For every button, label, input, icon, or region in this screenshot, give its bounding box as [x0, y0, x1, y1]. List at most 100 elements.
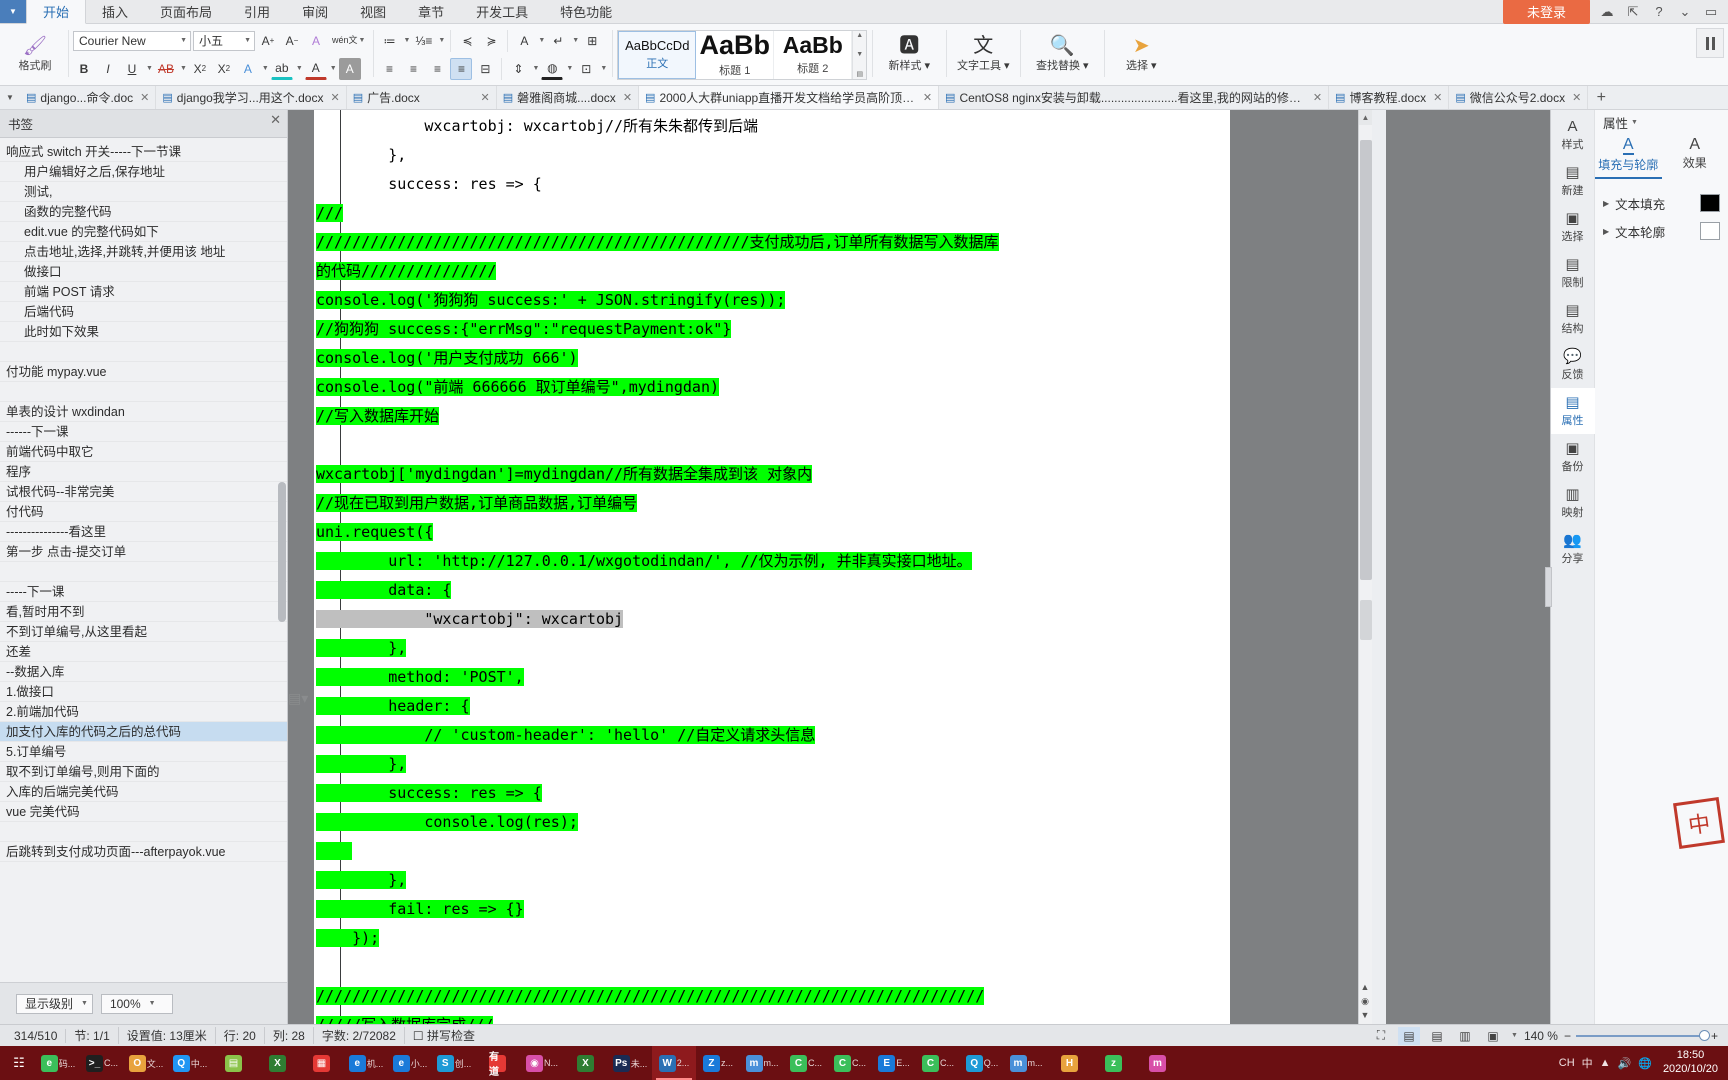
bookmark-item[interactable]: 1.做接口 [0, 682, 287, 702]
close-icon[interactable]: ✕ [270, 112, 281, 128]
triangle-right-icon[interactable]: ▶ [1603, 227, 1609, 236]
taskbar-item-22[interactable]: m m... [1004, 1046, 1048, 1080]
zoom-slider[interactable]: − + [1564, 1029, 1718, 1043]
taskbar-item-5[interactable]: X [256, 1046, 300, 1080]
taskbar-item-25[interactable]: m [1136, 1046, 1180, 1080]
help-icon[interactable]: ? [1650, 3, 1668, 21]
scroll-up-icon[interactable]: ▲ [1359, 110, 1372, 125]
chevron-down-icon[interactable]: ▼ [1631, 119, 1638, 126]
clear-formatting-button[interactable]: A [305, 30, 327, 52]
bookmark-list[interactable]: 响应式 switch 开关-----下一节课 用户编辑好之后,保存地址 测试, 函数的… [0, 138, 287, 982]
zoom-in-icon[interactable]: + [1711, 1029, 1718, 1043]
document-tabs-menu-icon[interactable]: ▼ [0, 86, 20, 109]
rail-item-8[interactable]: ▥ 映射 [1551, 480, 1595, 526]
taskbar-item-23[interactable]: H [1048, 1046, 1092, 1080]
bookmark-item[interactable]: 程序 [0, 462, 287, 482]
chevron-down-icon[interactable]: ▼ [1511, 1032, 1518, 1039]
status-setting[interactable]: 设置值: 13厘米 [119, 1027, 216, 1044]
cloud-sync-icon[interactable]: ☁ [1598, 3, 1616, 21]
bookmark-item[interactable]: 响应式 switch 开关-----下一节课 [0, 142, 287, 162]
document-canvas[interactable]: wxcartobj: wxcartobj//所有朱朱都传到后端 }, succe… [288, 110, 1550, 1024]
document-line[interactable]: success: res => { [316, 170, 1230, 199]
taskbar-item-19[interactable]: E E... [872, 1046, 916, 1080]
tray-language-ch[interactable]: CH [1559, 1057, 1575, 1069]
document-line[interactable]: console.log('用户支付成功 666') [316, 344, 1230, 373]
chevron-down-icon[interactable]: ▼ [566, 65, 573, 72]
rail-item-9[interactable]: 👥 分享 [1551, 526, 1595, 572]
document-line[interactable] [316, 837, 1230, 866]
close-icon[interactable]: ✕ [140, 91, 149, 104]
borders-button[interactable]: ⊡ [575, 58, 597, 80]
document-line[interactable]: ////////////////////////////////////////… [316, 982, 1230, 1011]
chevron-down-icon[interactable]: ▼ [296, 65, 303, 72]
document-line[interactable]: }, [316, 141, 1230, 170]
chevron-down-icon[interactable]: ▼ [532, 65, 539, 72]
document-line[interactable]: header: { [316, 692, 1230, 721]
document-line[interactable]: 的代码/////////////// [316, 257, 1230, 286]
navigation-scrollbar-thumb[interactable] [278, 482, 286, 622]
tab-effects[interactable]: A 效果 [1662, 134, 1728, 179]
share-icon[interactable]: ⇱ [1624, 3, 1642, 21]
document-line[interactable]: }, [316, 866, 1230, 895]
bookmark-item[interactable]: 加支付入库的代码之后的总代码 [0, 722, 287, 742]
tray-network-icon[interactable]: 🌐 [1638, 1057, 1652, 1070]
rail-item-4[interactable]: ▤ 结构 [1551, 296, 1595, 342]
bookmark-item[interactable]: 函数的完整代码 [0, 202, 287, 222]
line-break-button[interactable]: ↵ [547, 30, 569, 52]
display-level-combo[interactable]: 显示级别 ▼ [16, 993, 93, 1014]
style-heading-1[interactable]: AaBb 标题 1 [696, 30, 775, 79]
pause-recording-button[interactable] [1696, 28, 1724, 58]
underline-button[interactable]: U [121, 58, 143, 80]
document-tab-7[interactable]: ▤ 微信公众号2.docx ✕ [1449, 86, 1589, 109]
comment-anchor-icon[interactable]: ▤▾ [288, 690, 308, 707]
document-line[interactable]: //现在已取到用户数据,订单商品数据,订单编号 [316, 489, 1230, 518]
bookmark-item[interactable]: 单表的设计 wxdindan [0, 402, 287, 422]
bookmark-item[interactable]: 5.订单编号 [0, 742, 287, 762]
bookmark-item[interactable]: 后端代码 [0, 302, 287, 322]
character-border-button[interactable]: A [237, 58, 259, 80]
ribbon-tab-view[interactable]: 视图 [344, 0, 402, 23]
taskbar-item-10[interactable]: 有道 [476, 1046, 520, 1080]
text-highlight-button[interactable]: ab [270, 58, 293, 80]
bookmark-item[interactable]: vue 完美代码 [0, 802, 287, 822]
increase-indent-button[interactable]: ≽ [480, 30, 502, 52]
tray-ime-icon[interactable]: 中 [1582, 1055, 1593, 1071]
document-line[interactable]: wxcartobj['mydingdan']=mydingdan//所有数据全集… [316, 460, 1230, 489]
close-icon[interactable]: ✕ [1572, 91, 1581, 104]
ribbon-menu-caret-icon[interactable]: ▼ [0, 0, 26, 23]
taskbar-item-18[interactable]: C C... [828, 1046, 872, 1080]
bookmark-item[interactable]: 此时如下效果 [0, 322, 287, 342]
tray-volume-icon[interactable]: 🔊 [1618, 1057, 1632, 1070]
new-document-button[interactable]: + [1588, 86, 1614, 109]
superscript-button[interactable]: X2 [189, 58, 211, 80]
status-line[interactable]: 行: 20 [216, 1027, 265, 1044]
bookmark-item[interactable]: --数据入库 [0, 662, 287, 682]
status-word-count[interactable]: 字数: 2/72082 [314, 1027, 405, 1044]
chevron-down-icon[interactable]: ▼ [403, 37, 410, 44]
status-page[interactable]: 314/510 [6, 1028, 67, 1043]
taskbar-item-24[interactable]: z [1092, 1046, 1136, 1080]
ribbon-tab-dev-tools[interactable]: 开发工具 [460, 0, 544, 23]
rail-item-3[interactable]: ▤ 限制 [1551, 250, 1595, 296]
document-line[interactable]: success: res => { [316, 779, 1230, 808]
ribbon-tab-section[interactable]: 章节 [402, 0, 460, 23]
numbering-button[interactable]: ⅓≡ [412, 30, 435, 52]
bookmark-item[interactable]: -----下一课 [0, 582, 287, 602]
chevron-down-icon[interactable]: ▼ [146, 65, 153, 72]
chevron-down-icon[interactable]: ▼ [262, 65, 269, 72]
grow-font-button[interactable]: A + [257, 30, 279, 52]
find-replace-button[interactable]: 🔍 查找替换 ▾ [1025, 36, 1099, 73]
document-line[interactable]: //狗狗狗 success:{"errMsg":"requestPayment:… [316, 315, 1230, 344]
document-tab-5[interactable]: ▤ CentOS8 nginx安装与卸载.....................… [939, 86, 1330, 109]
ribbon-tab-review[interactable]: 审阅 [286, 0, 344, 23]
bookmark-item[interactable]: 前端 POST 请求 [0, 282, 287, 302]
zoom-slider-knob[interactable] [1698, 1029, 1710, 1041]
document-line[interactable]: uni.request({ [316, 518, 1230, 547]
taskbar-item-12[interactable]: X [564, 1046, 608, 1080]
status-section[interactable]: 节: 1/1 [66, 1027, 119, 1044]
select-button[interactable]: ➤ 选择 ▾ [1109, 36, 1173, 73]
align-right-button[interactable]: ≡ [426, 58, 448, 80]
bookmark-item[interactable]: 付代码 [0, 502, 287, 522]
text-fill-color-swatch[interactable] [1700, 194, 1720, 212]
taskbar-item-11[interactable]: ◉ N... [520, 1046, 564, 1080]
